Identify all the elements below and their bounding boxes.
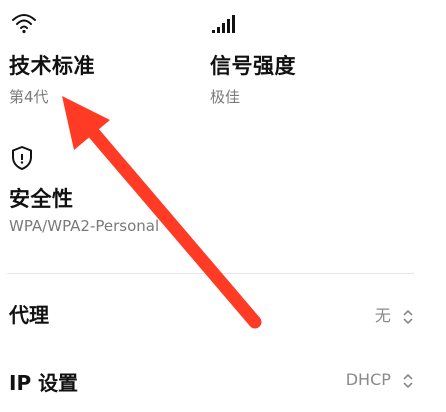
wifi-icon: [10, 10, 38, 36]
proxy-label: 代理: [9, 303, 49, 327]
proxy-value-selector[interactable]: 无: [375, 302, 414, 326]
shield-icon: [10, 145, 34, 171]
ip-settings-label: IP 设置: [9, 371, 79, 395]
signal-bars-icon: [210, 12, 236, 34]
ip-settings-value: DHCP: [345, 370, 391, 389]
chevron-up-down-icon: [402, 308, 414, 326]
proxy-value: 无: [374, 306, 391, 325]
security-label: 安全性: [9, 187, 74, 211]
tech-standard-value: 第4代: [9, 88, 49, 106]
tech-standard-label: 技术标准: [9, 54, 95, 78]
ip-settings-value-selector[interactable]: DHCP: [346, 370, 414, 390]
proxy-row[interactable]: 代理 无: [0, 290, 446, 338]
signal-strength-label: 信号强度: [210, 54, 296, 78]
signal-strength-value: 极佳: [210, 88, 241, 106]
chevron-up-down-icon: [402, 372, 414, 390]
divider: [7, 273, 414, 274]
ip-settings-row[interactable]: IP 设置 DHCP: [0, 358, 446, 406]
security-value: WPA/WPA2-Personal: [9, 217, 160, 235]
